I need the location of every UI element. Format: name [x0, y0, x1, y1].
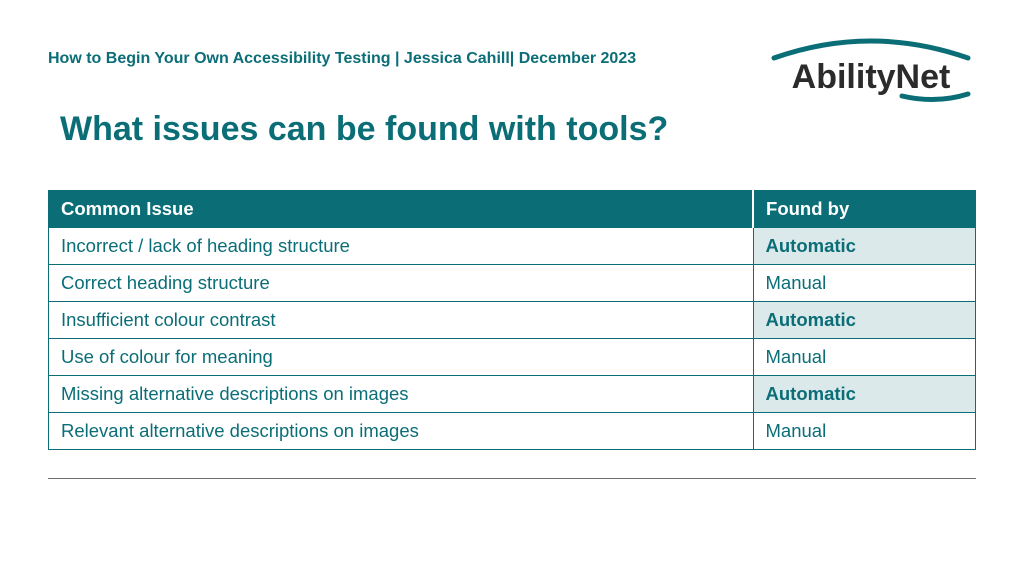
table-row: Incorrect / lack of heading structureAut… — [49, 228, 976, 265]
cell-found-by: Automatic — [753, 228, 975, 265]
issues-table-wrap: Common Issue Found by Incorrect / lack o… — [48, 190, 976, 450]
cell-found-by: Manual — [753, 413, 975, 450]
cell-issue: Insufficient colour contrast — [49, 302, 754, 339]
cell-issue: Correct heading structure — [49, 265, 754, 302]
cell-issue: Use of colour for meaning — [49, 339, 754, 376]
table-row: Relevant alternative descriptions on ima… — [49, 413, 976, 450]
cell-issue: Incorrect / lack of heading structure — [49, 228, 754, 265]
cell-issue: Missing alternative descriptions on imag… — [49, 376, 754, 413]
cell-found-by: Automatic — [753, 302, 975, 339]
cell-issue: Relevant alternative descriptions on ima… — [49, 413, 754, 450]
table-row: Insufficient colour contrastAutomatic — [49, 302, 976, 339]
footer-divider — [48, 478, 976, 479]
page-title: What issues can be found with tools? — [60, 110, 668, 149]
col-header-issue: Common Issue — [49, 191, 754, 228]
col-header-found-by: Found by — [753, 191, 975, 228]
cell-found-by: Manual — [753, 339, 975, 376]
breadcrumb: How to Begin Your Own Accessibility Test… — [48, 50, 636, 68]
table-row: Missing alternative descriptions on imag… — [49, 376, 976, 413]
abilitynet-logo: AbilityNet — [766, 34, 976, 104]
issues-table: Common Issue Found by Incorrect / lack o… — [48, 190, 976, 450]
logo-text: AbilityNet — [792, 58, 951, 96]
cell-found-by: Automatic — [753, 376, 975, 413]
table-row: Correct heading structureManual — [49, 265, 976, 302]
table-row: Use of colour for meaningManual — [49, 339, 976, 376]
table-header-row: Common Issue Found by — [49, 191, 976, 228]
cell-found-by: Manual — [753, 265, 975, 302]
